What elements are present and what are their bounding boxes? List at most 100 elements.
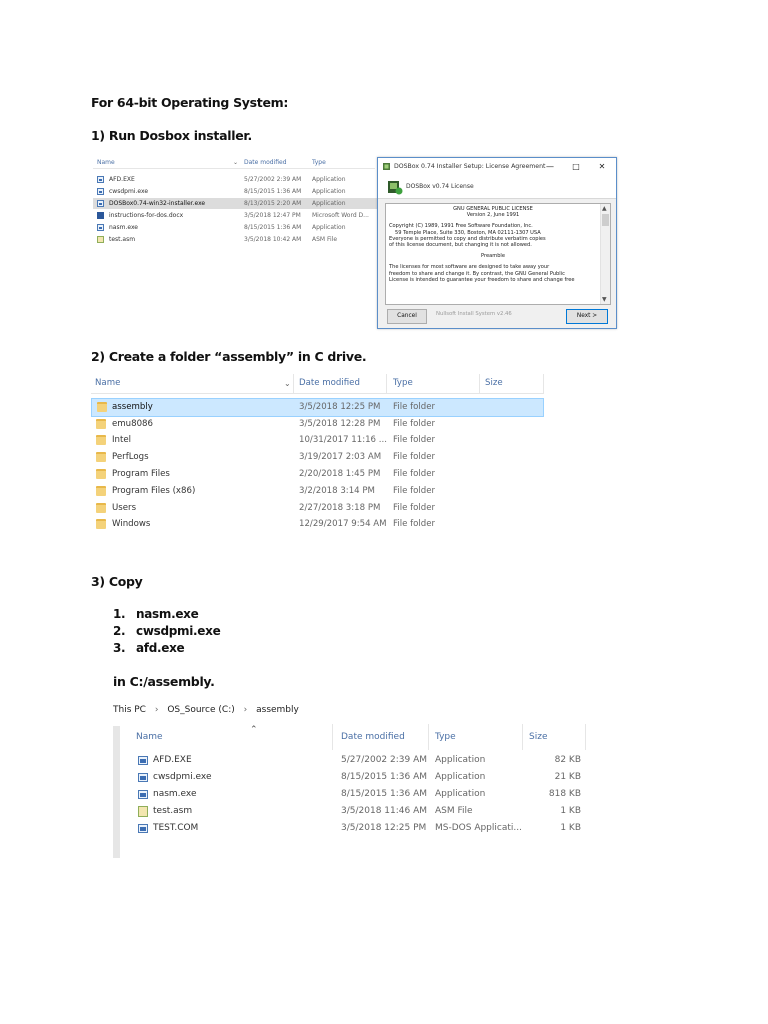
word-document-icon (97, 212, 104, 219)
scroll-down-icon[interactable]: ▼ (602, 296, 607, 303)
column-header-type[interactable]: Type (312, 157, 326, 168)
folder-row[interactable]: PerfLogs 3/19/2017 2:03 AM File folder (91, 449, 542, 466)
column-header-name[interactable]: Name (97, 157, 115, 168)
list-number: 2. (113, 624, 126, 638)
license-text-box[interactable]: GNU GENERAL PUBLIC LICENSE Version 2, Ju… (385, 203, 611, 305)
folder-name: PerfLogs (112, 452, 149, 462)
close-button[interactable]: ✕ (590, 158, 614, 176)
folder-icon (96, 452, 106, 462)
file-name: cwsdpmi.exe (109, 188, 149, 195)
dialog-banner: DOSBox v0.74 License (378, 176, 616, 199)
file-size: 1 KB (560, 823, 581, 833)
file-date: 5/27/2002 2:39 AM (341, 755, 428, 765)
chevron-down-icon[interactable]: ⌄ (284, 374, 291, 393)
breadcrumb-assembly[interactable]: assembly (256, 705, 299, 715)
folder-date: 2/27/2018 3:18 PM (299, 503, 381, 513)
folder-icon (96, 486, 106, 496)
file-name: AFD.EXE (109, 176, 135, 183)
file-row[interactable]: instructions-for-dos.docx 3/5/2018 12:47… (93, 210, 377, 221)
dialog-titlebar[interactable]: DOSBox 0.74 Installer Setup: License Agr… (378, 158, 616, 176)
license-scrollbar[interactable]: ▲ ▼ (600, 204, 610, 304)
dosbox-icon (383, 163, 390, 170)
file-row[interactable]: nasm.exe 8/15/2015 1:36 AM Application 8… (133, 786, 593, 803)
installer-icon (97, 200, 104, 207)
column-header-type[interactable]: Type (435, 724, 456, 750)
explorer-assembly-folder: ⌃ Name Date modified Type Size AFD.EXE 5… (113, 724, 593, 860)
folder-icon (96, 503, 106, 513)
file-row[interactable]: cwsdpmi.exe 8/15/2015 1:36 AM Applicatio… (93, 186, 377, 197)
file-name: TEST.COM (153, 823, 199, 833)
maximize-button[interactable]: □ (564, 158, 588, 176)
list-item-text: cwsdpmi.exe (136, 624, 221, 638)
list-number: 1. (113, 607, 126, 621)
folder-name: assembly (112, 402, 153, 412)
asm-file-icon (97, 236, 104, 243)
file-type: Application (435, 755, 486, 765)
application-icon (97, 176, 104, 183)
file-date: 5/27/2002 2:39 AM (244, 176, 302, 183)
next-button[interactable]: Next > (566, 309, 608, 324)
cancel-button[interactable]: Cancel (387, 309, 427, 324)
folder-row-selected[interactable]: assembly 3/5/2018 12:25 PM File folder (91, 398, 544, 417)
explorer-c-drive: Name ⌄ Date modified Type Size assembly … (91, 374, 546, 534)
chevron-right-icon: › (154, 705, 159, 715)
column-header-size[interactable]: Size (485, 374, 503, 393)
minimize-button[interactable]: — (538, 158, 562, 176)
file-name: cwsdpmi.exe (153, 772, 212, 782)
file-row[interactable]: AFD.EXE 5/27/2002 2:39 AM Application 82… (133, 752, 593, 769)
file-date: 8/15/2015 1:36 AM (244, 188, 302, 195)
scroll-up-icon[interactable]: ▲ (602, 205, 607, 212)
column-header-date[interactable]: Date modified (341, 724, 405, 750)
file-row[interactable]: nasm.exe 8/15/2015 1:36 AM Application (93, 222, 377, 233)
file-type: Application (312, 188, 346, 195)
step-1-text: 1) Run Dosbox installer. (91, 128, 252, 143)
application-icon (138, 773, 148, 782)
installer-license-dialog: DOSBox 0.74 Installer Setup: License Agr… (377, 157, 617, 329)
file-date: 3/5/2018 11:46 AM (341, 806, 428, 816)
file-name: test.asm (109, 236, 136, 243)
folder-row[interactable]: emu8086 3/5/2018 12:28 PM File folder (91, 416, 542, 433)
file-row[interactable]: TEST.COM 3/5/2018 12:25 PM MS-DOS Applic… (133, 820, 593, 837)
list-number: 3. (113, 641, 126, 655)
folder-type: File folder (393, 519, 436, 529)
folder-type: File folder (393, 486, 436, 496)
folder-row[interactable]: Users 2/27/2018 3:18 PM File folder (91, 500, 542, 517)
column-header-row: ⌃ Name Date modified Type Size (133, 724, 593, 750)
file-type: Application (435, 789, 486, 799)
column-header-date[interactable]: Date modified (299, 374, 360, 393)
breadcrumb-drive[interactable]: OS_Source (C:) (167, 705, 234, 715)
folder-name: Program Files (x86) (112, 486, 196, 496)
column-header-type[interactable]: Type (393, 374, 413, 393)
folder-row[interactable]: Windows 12/29/2017 9:54 AM File folder (91, 516, 542, 533)
folder-type: File folder (393, 419, 436, 429)
file-type: ASM File (312, 236, 338, 243)
column-header-name[interactable]: Name (136, 724, 163, 750)
folder-row[interactable]: Intel 10/31/2017 11:16 ... File folder (91, 432, 542, 449)
navigation-pane-edge[interactable] (113, 726, 120, 858)
section-heading: For 64-bit Operating System: (91, 95, 289, 110)
file-name: DOSBox0.74-win32-installer.exe (109, 200, 206, 207)
breadcrumb-this-pc[interactable]: This PC (113, 705, 146, 715)
file-row-selected[interactable]: DOSBox0.74-win32-installer.exe 8/13/2015… (93, 198, 377, 209)
folder-icon (96, 519, 106, 529)
chevron-down-icon[interactable]: ⌄ (233, 157, 238, 168)
file-name: instructions-for-dos.docx (109, 212, 184, 219)
folder-row[interactable]: Program Files (x86) 3/2/2018 3:14 PM Fil… (91, 483, 542, 500)
folder-date: 3/2/2018 3:14 PM (299, 486, 375, 496)
file-row[interactable]: test.asm 3/5/2018 11:46 AM ASM File 1 KB (133, 803, 593, 820)
application-icon (138, 824, 148, 833)
scrollbar-thumb[interactable] (602, 214, 609, 226)
column-header-size[interactable]: Size (529, 724, 547, 750)
file-row[interactable]: test.asm 3/5/2018 10:42 AM ASM File (93, 234, 377, 245)
column-header-name[interactable]: Name (95, 374, 120, 393)
file-row[interactable]: cwsdpmi.exe 8/15/2015 1:36 AM Applicatio… (133, 769, 593, 786)
file-name: test.asm (153, 806, 193, 816)
folder-row[interactable]: Program Files 2/20/2018 1:45 PM File fol… (91, 466, 542, 483)
column-header-date[interactable]: Date modified (244, 157, 287, 168)
list-item-text: afd.exe (136, 641, 185, 655)
file-row[interactable]: AFD.EXE 5/27/2002 2:39 AM Application (93, 174, 377, 185)
step-3-text: 3) Copy (91, 574, 143, 589)
installer-box-icon (388, 181, 403, 195)
folder-name: Users (112, 503, 137, 513)
explorer-installer-folder: Name ⌄ Date modified Type AFD.EXE 5/27/2… (93, 157, 377, 252)
